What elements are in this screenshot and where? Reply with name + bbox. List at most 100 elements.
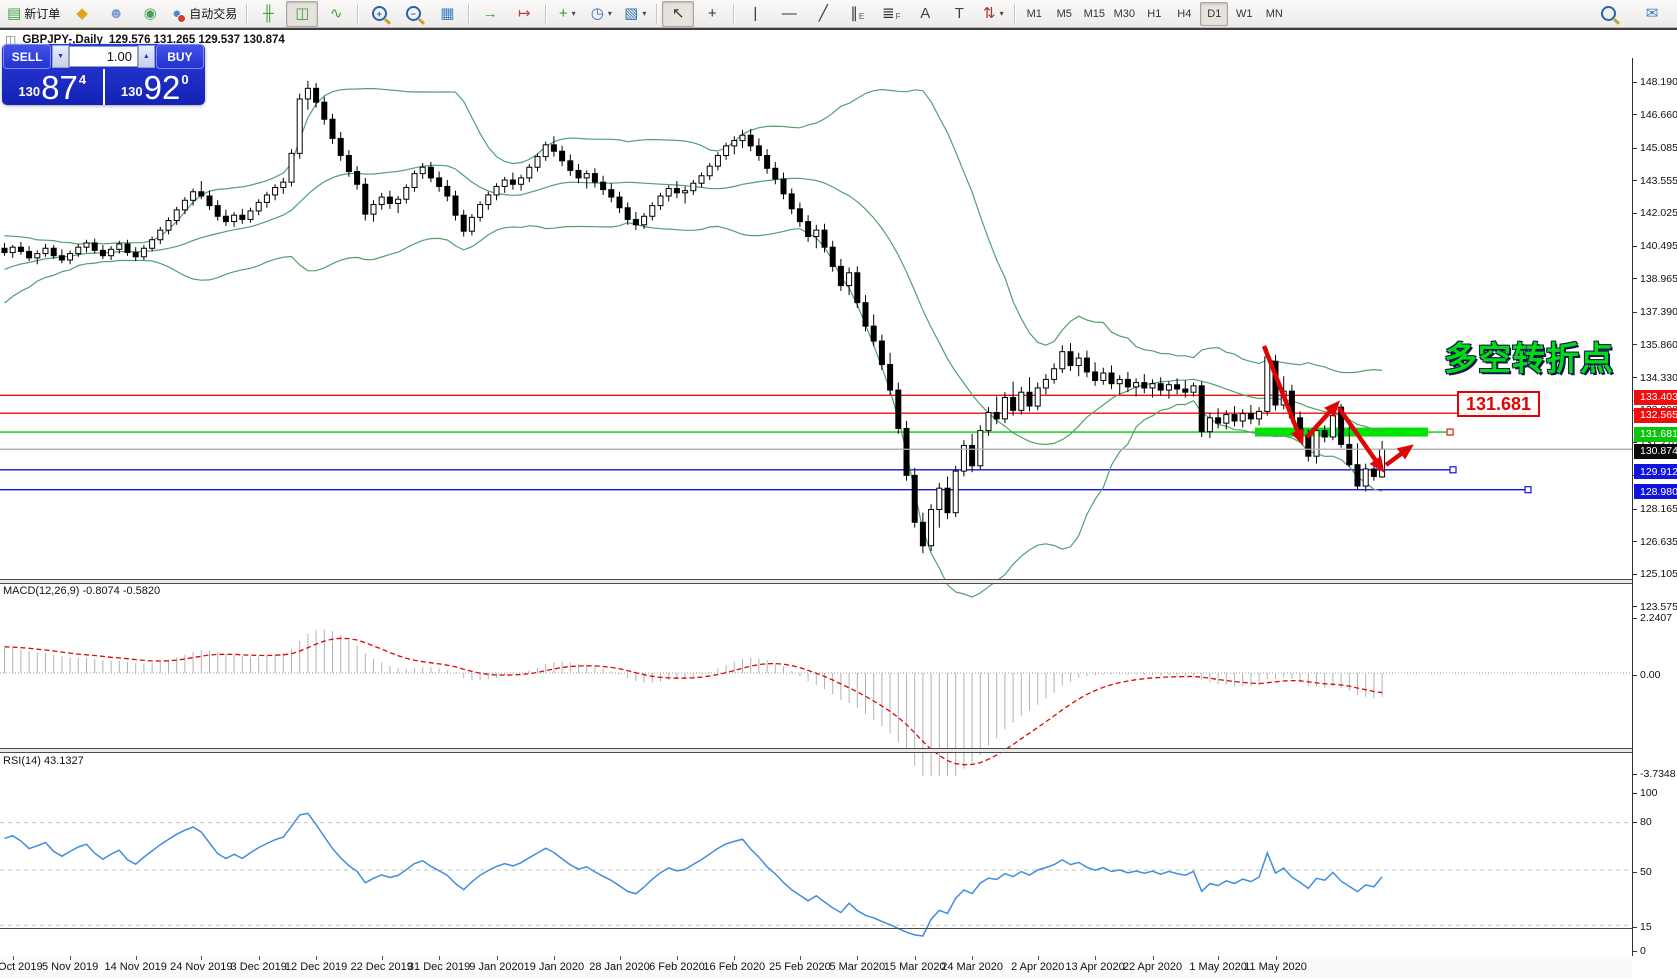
chart-shift-button[interactable]: ↦ [508,1,540,27]
timeframe-w1-button[interactable]: W1 [1230,2,1258,26]
text-button[interactable]: A [909,1,941,27]
timeframe-m30-button[interactable]: M30 [1110,2,1138,26]
crosshair-button[interactable]: + [696,1,728,27]
signals-icon-button[interactable]: ◉ [134,1,166,27]
date-label: 27 Oct 2019 [0,961,43,973]
date-tick [201,956,203,960]
timeframe-m1-button[interactable]: M1 [1020,2,1048,26]
turning-point-annotation[interactable]: 多空转折点 [1444,332,1614,380]
text-label-button[interactable]: T [943,1,975,27]
chart-top-border [0,28,1677,30]
trend-arrow[interactable] [1384,444,1414,467]
rsi-panel-splitter[interactable] [0,748,1677,753]
date-axis[interactable]: 27 Oct 20195 Nov 2019 14 Nov 201924 Nov 2… [0,956,1632,978]
buy-button[interactable]: BUY [155,44,205,69]
level-line-handle[interactable] [1449,466,1457,474]
line-chart-icon: ∿ [329,5,343,22]
date-tick [1037,956,1039,960]
market-watch-icon-button[interactable]: ◆ [66,1,98,27]
search-button[interactable] [1592,1,1624,27]
timeframe-mn-button[interactable]: MN [1260,2,1288,26]
templates-button[interactable]: ▧ ▾ [619,1,651,27]
line-chart-button[interactable]: ∿ [320,1,352,27]
timeframe-h4-button[interactable]: H4 [1170,2,1198,26]
tile-windows-button[interactable]: ▦ [431,1,463,27]
community-icon-button[interactable]: ☻ [100,1,132,27]
timeframe-m5-button[interactable]: M5 [1050,2,1078,26]
price-axis[interactable]: 148.190 146.660 145.085 143.555 142.025 140.4… [1632,58,1677,957]
bollinger-lower-band [4,222,1383,598]
level-line-handle[interactable] [1524,486,1532,494]
date-label: 19 Jan 2020 [523,961,585,973]
zoom-out-button[interactable]: − [397,1,429,27]
new-order-button[interactable]: ▤ 新订单 [3,1,64,27]
periods-button-caret[interactable]: ▾ [608,9,612,18]
equidistant-channel-button[interactable]: ∥ E [841,1,873,27]
level-line-handle[interactable] [1446,428,1454,436]
cursor-button[interactable]: ↖ [662,0,695,27]
date-tick [914,956,916,960]
date-label: 15 Mar 2020 [883,961,946,973]
price-tick-137.390: 137.390 [1633,305,1677,319]
date-axis-border [0,928,1677,929]
timeframe-h1-button[interactable]: H1 [1140,2,1168,26]
templates-button-caret[interactable]: ▾ [642,9,646,18]
date-tick [1095,956,1097,960]
fibonacci-button-sub: F [895,12,901,21]
autotrading-button[interactable]: ● 自动交易 [168,1,241,27]
volume-increase-button[interactable]: ▲ [138,45,155,68]
main-chart-canvas[interactable] [0,58,1632,607]
macd-tick-2.2407: 2.2407 [1633,611,1677,625]
price-tick-148.190: 148.190 [1633,75,1677,89]
candlestick-chart-button[interactable]: ◫ [286,0,319,27]
buy-price-display[interactable]: 130 92 0 [105,69,206,105]
bar-chart-icon: ╫ [262,5,274,22]
rsi-value: 43.1327 [43,755,84,767]
chat-button[interactable]: ✉ [1636,1,1668,27]
zoom-in-button[interactable]: + [363,1,395,27]
date-label: 5 Nov 2019 [41,961,99,973]
chart-window[interactable]: 148.190 146.660 145.085 143.555 142.025 140.4… [0,28,1677,978]
indicators-button[interactable]: + ▾ [551,1,583,27]
volume-input[interactable]: 1.00 [69,46,138,67]
macd-panel-splitter[interactable] [0,579,1677,584]
date-tick [799,956,801,960]
indicators-button-caret[interactable]: ▾ [572,9,576,18]
horizontal-line-button[interactable]: — [773,1,805,27]
price-tick-128.165: 128.165 [1633,502,1677,516]
new-order-icon: ▤ [7,5,22,22]
crosshair-icon: + [707,5,717,22]
date-label: 9 Jan 2020 [469,961,524,973]
chat-icon: ✉ [1645,5,1659,22]
macd-signal-line [4,637,1383,766]
toolbar-separator [468,3,470,24]
market-watch-icon-icon: ◆ [76,5,88,22]
periods-button[interactable]: ◷ ▾ [585,1,617,27]
trend-arrow[interactable] [1337,406,1385,473]
arrows-button-caret[interactable]: ▾ [1000,9,1004,18]
timeframe-m15-button[interactable]: M15 [1080,2,1108,26]
cursor-icon: ↖ [671,5,685,22]
volume-decrease-button[interactable]: ▼ [52,45,70,68]
sell-price-display[interactable]: 130 87 4 [2,69,105,105]
trendline-button[interactable]: ╱ [807,1,839,27]
toolbar: ▤ 新订单 ◆ ☻ ◉ ● 自动交易 ╫ ◫ ∿ + − ▦ → ↦ + ▾ ◷ ▾ ▧ ▾ ↖ + | — ╱ ∥ E ≣ F A T ⇅ ▾ M… [0,0,1677,28]
date-label: 25 Feb 2020 [769,961,831,973]
rsi-canvas[interactable] [0,780,1632,956]
auto-scroll-button[interactable]: → [474,1,506,27]
price-badge-130.874: 130.874 [1634,443,1677,459]
date-tick [619,956,621,960]
fibonacci-button[interactable]: ≣ F [875,1,907,27]
sell-button[interactable]: SELL [3,44,52,69]
support-level-price-label[interactable]: 131.681 [1457,391,1541,417]
rsi-tick-80: 80 [1633,815,1677,829]
vertical-line-button[interactable]: | [739,1,771,27]
autotrading-button-label: 自动交易 [189,7,238,21]
arrows-button[interactable]: ⇅ ▾ [977,1,1009,27]
date-tick [553,956,555,960]
bar-chart-button[interactable]: ╫ [252,1,284,27]
rsi-tick-100: 100 [1633,786,1677,800]
date-label: 24 Nov 2019 [170,961,233,973]
timeframe-d1-button[interactable]: D1 [1200,1,1229,26]
date-label: 14 Nov 2019 [104,961,167,973]
